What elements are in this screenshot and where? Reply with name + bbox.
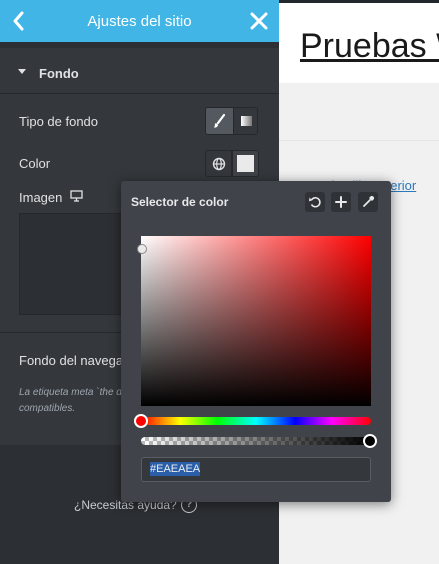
add-color-button[interactable] — [331, 192, 351, 212]
site-header: Pruebas W — [279, 3, 439, 83]
color-picker-title: Selector de color — [131, 195, 229, 209]
caret-down-icon — [18, 69, 26, 74]
panel-title: Ajustes del sitio — [87, 13, 192, 30]
section-toggle-fondo[interactable]: Fondo — [0, 48, 279, 94]
eyedropper-icon — [363, 196, 375, 207]
hex-color-input[interactable]: #EAEAEA — [141, 457, 371, 482]
brush-icon — [214, 113, 226, 128]
selected-color-preview — [237, 155, 254, 172]
opacity-slider-handle[interactable] — [363, 434, 377, 448]
opacity-gradient — [141, 437, 371, 445]
opacity-slider[interactable] — [141, 437, 371, 445]
global-colors-button[interactable] — [205, 150, 232, 177]
reset-color-button[interactable] — [305, 192, 325, 212]
hue-slider-handle[interactable] — [134, 414, 148, 428]
saturation-value-area[interactable] — [141, 236, 371, 406]
color-picker-popover: Selector de color #EAEAEA — [121, 181, 391, 502]
background-type-label: Tipo de fondo — [19, 114, 99, 129]
hue-slider[interactable] — [141, 417, 371, 425]
color-swatch-button[interactable] — [232, 150, 259, 177]
plus-icon — [335, 196, 347, 208]
hex-color-value: #EAEAEA — [150, 462, 201, 476]
gradient-icon — [241, 116, 252, 126]
image-label: Imagen — [19, 190, 63, 205]
reset-icon — [309, 196, 321, 208]
globe-icon — [212, 157, 226, 171]
browser-background-label: Fondo del navegado — [19, 353, 138, 368]
section-title: Fondo — [39, 66, 79, 81]
close-icon — [250, 12, 268, 30]
chevron-left-icon — [13, 11, 24, 31]
color-label: Color — [19, 156, 51, 171]
color-area-handle[interactable] — [137, 244, 147, 254]
desktop-icon[interactable] — [70, 190, 83, 202]
background-type-choices — [205, 107, 258, 135]
background-type-classic-button[interactable] — [206, 108, 233, 134]
panel-header: Ajustes del sitio — [0, 0, 279, 42]
back-button[interactable] — [6, 8, 32, 34]
background-type-gradient-button[interactable] — [233, 108, 257, 134]
eyedropper-button[interactable] — [358, 192, 378, 212]
site-title[interactable]: Pruebas W — [300, 27, 439, 66]
close-button[interactable] — [246, 8, 272, 34]
content-divider — [279, 140, 439, 141]
